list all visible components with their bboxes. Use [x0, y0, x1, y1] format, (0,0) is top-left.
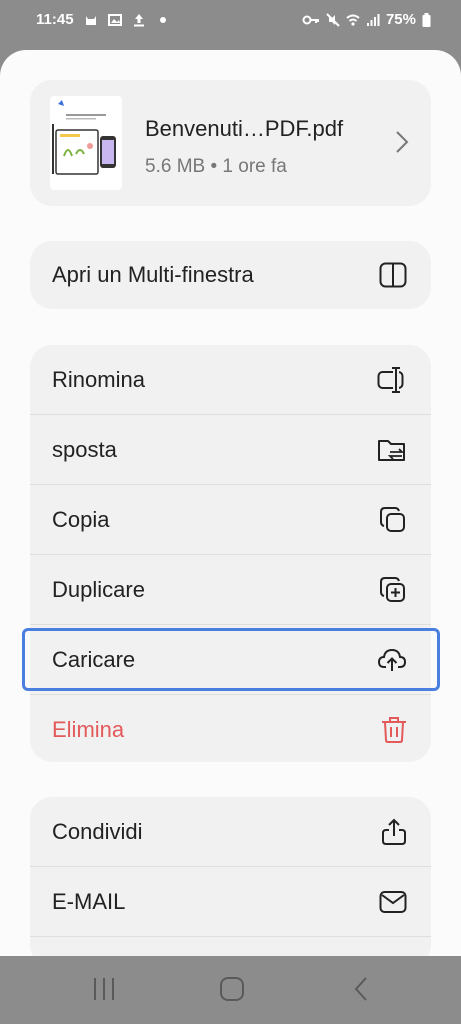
mail-icon	[379, 891, 407, 913]
share-icon	[382, 818, 406, 845]
share-button[interactable]: Condividi	[30, 797, 431, 867]
file-thumbnail	[50, 96, 122, 190]
recent-apps-icon[interactable]	[92, 976, 116, 1002]
file-info-card[interactable]: Benvenuti…PDF.pdf 5.6 MB • 1 ore fa	[30, 80, 431, 206]
duplicate-button[interactable]: Duplicare	[30, 555, 431, 625]
duplicate-label: Duplicare	[52, 577, 145, 602]
move-label: sposta	[52, 437, 117, 462]
copy-icon	[380, 507, 405, 532]
folder-move-icon	[378, 440, 405, 461]
battery-icon	[422, 12, 431, 27]
status-time: 11:45	[36, 11, 74, 28]
share-label: Condividi	[52, 819, 143, 844]
back-icon[interactable]	[353, 976, 369, 1002]
divider	[30, 936, 431, 937]
key-icon	[302, 15, 319, 24]
wifi-icon	[346, 14, 360, 26]
share-card: Condividi E-MAIL	[30, 797, 431, 956]
file-meta: 5.6 MB • 1 ore fa	[145, 156, 287, 177]
trash-icon	[382, 717, 406, 743]
delete-label: Elimina	[52, 717, 125, 742]
duplicate-icon	[380, 577, 405, 602]
chevron-right-icon[interactable]	[395, 130, 409, 154]
rename-label: Rinomina	[52, 367, 145, 392]
email-label: E-MAIL	[52, 889, 126, 914]
copy-label: Copia	[52, 507, 110, 532]
upload-icon	[133, 13, 144, 26]
mute-icon	[326, 12, 340, 27]
navigation-bar	[0, 956, 461, 1024]
status-bar: 11:45 75%	[0, 0, 461, 40]
file-name: Benvenuti…PDF.pdf	[145, 116, 344, 141]
status-left: 11:45	[36, 11, 170, 28]
home-icon[interactable]	[219, 976, 245, 1002]
signal-icon	[366, 13, 380, 26]
cat-icon	[85, 15, 96, 25]
battery-percent: 75%	[385, 11, 416, 28]
rename-icon	[377, 367, 404, 393]
upload-highlight	[22, 628, 440, 691]
actions-card: Rinomina sposta Copia Duplicare Caricare…	[30, 345, 431, 762]
pdf-preview-icon	[52, 100, 116, 175]
split-screen-icon	[379, 262, 407, 288]
file-options-sheet: Benvenuti…PDF.pdf 5.6 MB • 1 ore fa Apri…	[0, 50, 461, 956]
move-button[interactable]: sposta	[30, 415, 431, 485]
delete-button[interactable]: Elimina	[30, 695, 431, 765]
email-button[interactable]: E-MAIL	[30, 867, 431, 937]
multi-window-card: Apri un Multi-finestra	[30, 241, 431, 309]
rename-button[interactable]: Rinomina	[30, 345, 431, 415]
multi-window-button[interactable]: Apri un Multi-finestra	[30, 241, 431, 309]
dot-icon	[159, 16, 166, 23]
status-right: 75%	[302, 11, 431, 28]
image-icon	[107, 13, 122, 26]
copy-button[interactable]: Copia	[30, 485, 431, 555]
multi-window-label: Apri un Multi-finestra	[52, 262, 254, 287]
